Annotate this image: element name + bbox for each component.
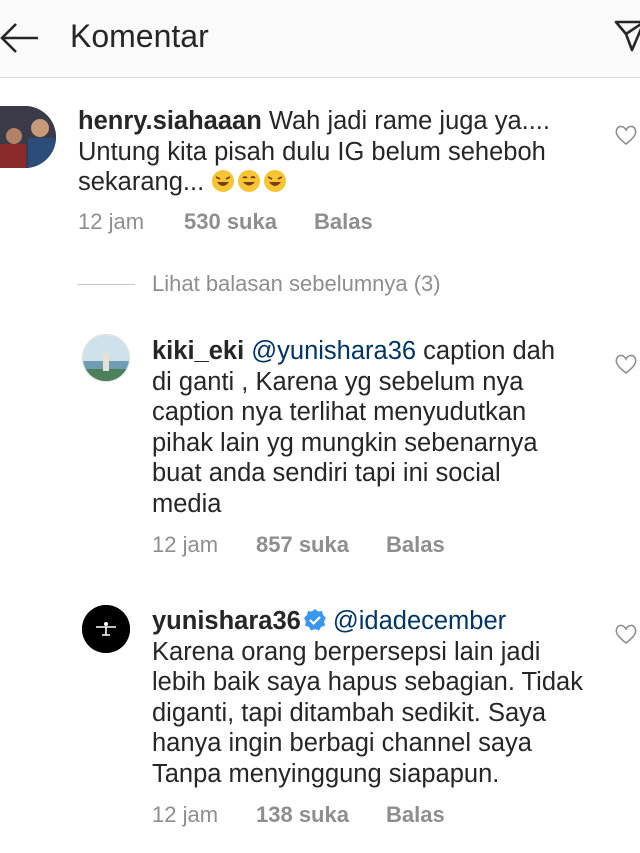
- comment-time: 12 jam: [152, 802, 219, 827]
- avatar-photo: [0, 106, 56, 168]
- avatar[interactable]: [82, 334, 130, 382]
- comment-text: kiki_eki @yunishara36 caption dah di gan…: [152, 336, 572, 519]
- send-icon[interactable]: [604, 16, 640, 56]
- comment-time: 12 jam: [152, 532, 219, 557]
- verified-badge-icon: [303, 609, 326, 631]
- mention-link[interactable]: @idadecember: [333, 607, 506, 635]
- page-title: Komentar: [70, 18, 209, 54]
- heart-icon[interactable]: [614, 124, 638, 146]
- laughing-emoji-icon: [212, 170, 235, 192]
- view-previous-replies[interactable]: Lihat balasan sebelumnya (3): [152, 271, 441, 297]
- comment-username[interactable]: kiki_eki: [152, 337, 244, 365]
- divider-line: [78, 284, 135, 285]
- reply-button[interactable]: Balas: [386, 802, 445, 828]
- comment-body: Karena orang berpersepsi lain jadi lebih…: [152, 637, 583, 788]
- comment-time: 12 jam: [78, 209, 145, 234]
- comment-username[interactable]: henry.siahaaan: [78, 107, 262, 135]
- reply-button[interactable]: Balas: [386, 532, 445, 558]
- reply-button[interactable]: Balas: [314, 209, 373, 235]
- comment-username[interactable]: yunishara36: [152, 607, 301, 635]
- avatar-photo: [82, 605, 130, 653]
- back-arrow-icon[interactable]: [0, 20, 42, 56]
- avatar[interactable]: [0, 106, 56, 168]
- comment-text: yunishara36 @idadecember Karena orang ber…: [152, 606, 592, 789]
- mention-link[interactable]: @yunishara36: [251, 337, 416, 365]
- avatar-photo: [83, 335, 129, 381]
- heart-icon[interactable]: [614, 353, 638, 375]
- comment-text: henry.siahaaan Wah jadi rame juga ya....…: [78, 106, 598, 198]
- heart-icon[interactable]: [614, 623, 638, 645]
- comment-likes[interactable]: 530 suka: [184, 209, 277, 235]
- avatar[interactable]: [82, 605, 130, 653]
- laughing-emoji-icon: [264, 170, 287, 192]
- header-bar: Komentar: [0, 0, 640, 78]
- comment-likes[interactable]: 857 suka: [256, 532, 349, 558]
- comment-likes[interactable]: 138 suka: [256, 802, 349, 828]
- grinning-emoji-icon: [238, 170, 261, 192]
